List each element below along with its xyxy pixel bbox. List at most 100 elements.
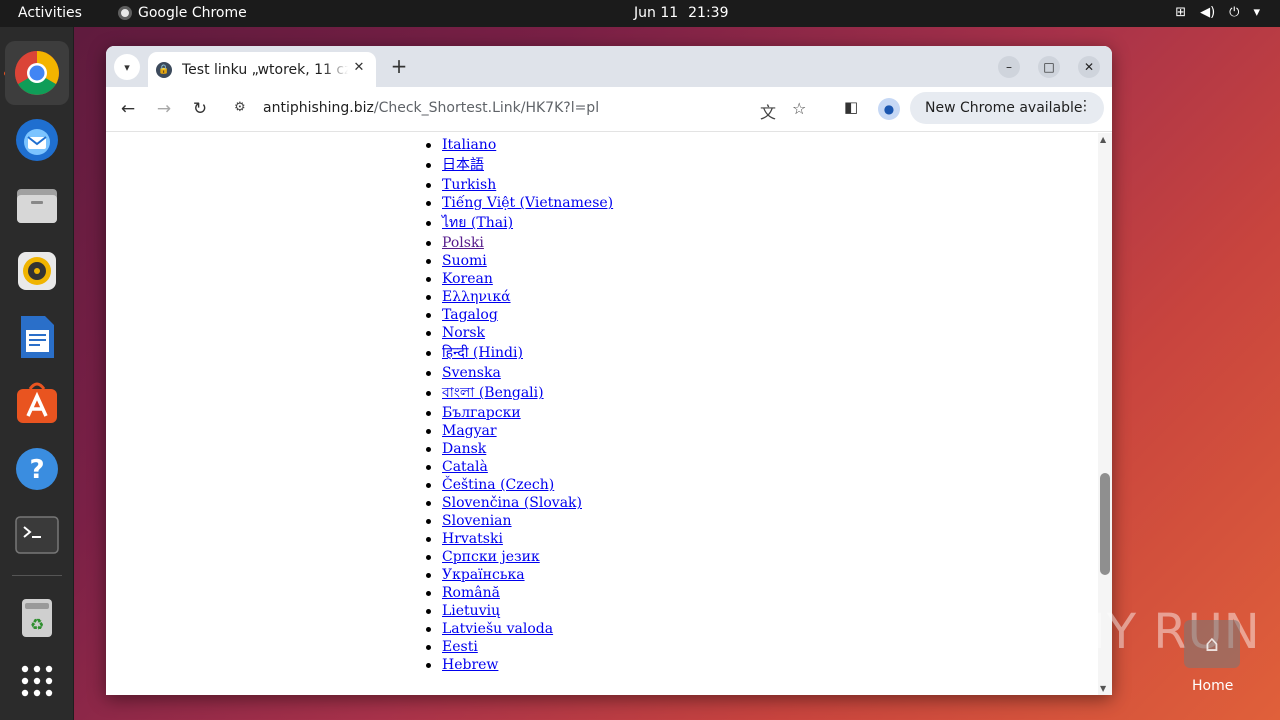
language-link[interactable]: Українська — [442, 567, 525, 583]
language-link[interactable]: Српски језик — [442, 549, 540, 565]
home-folder-icon[interactable]: ⌂ — [1184, 620, 1240, 668]
language-link[interactable]: Tagalog — [442, 307, 498, 323]
activities-button[interactable]: Activities — [18, 5, 82, 21]
translate-icon[interactable]: 文 — [760, 99, 776, 123]
list-item: हिन्दी (Hindi) — [426, 342, 613, 364]
language-link[interactable]: 日本語 — [442, 157, 484, 173]
language-link[interactable]: Slovenčina (Slovak) — [442, 495, 582, 511]
new-chrome-available-button[interactable]: New Chrome available ⋮ — [910, 92, 1104, 124]
show-apps-icon — [21, 665, 53, 697]
writer-icon — [21, 316, 54, 358]
list-item: Latviešu valoda — [426, 620, 613, 638]
language-link[interactable]: हिन्दी (Hindi) — [442, 345, 523, 361]
scroll-down-arrow-icon[interactable]: ▼ — [1100, 684, 1106, 693]
dock-writer[interactable] — [5, 305, 69, 369]
dock-help[interactable]: ? — [5, 437, 69, 501]
scroll-up-arrow-icon[interactable]: ▲ — [1100, 135, 1106, 144]
chrome-small-icon — [118, 6, 132, 20]
dock-app-center[interactable] — [5, 371, 69, 435]
language-link[interactable]: Čeština (Czech) — [442, 477, 554, 493]
network-icon: ⊞ — [1175, 5, 1187, 20]
page-content: Nederlands Italiano 日本語 Turkish Tiếng Việt (… — [106, 133, 1098, 695]
address-bar[interactable]: ⚙ antiphishing.biz/Check_Shortest.Link/H… — [226, 93, 826, 125]
list-item: Català — [426, 458, 613, 476]
language-link[interactable]: বাংলা (Bengali) — [442, 385, 544, 401]
language-link[interactable]: Turkish — [442, 177, 496, 193]
list-item: Čeština (Czech) — [426, 476, 613, 494]
language-link[interactable]: Suomi — [442, 253, 487, 269]
list-item: Magyar — [426, 422, 613, 440]
list-item: Polski — [426, 234, 613, 252]
dock-terminal[interactable] — [5, 503, 69, 567]
back-button[interactable]: ← — [117, 98, 139, 120]
close-window-button[interactable]: ✕ — [1078, 56, 1100, 78]
language-link[interactable]: Latviešu valoda — [442, 621, 553, 637]
tab-active[interactable]: 🔒 Test linku „wtorek, 11 czerwca ✕ — [148, 52, 376, 87]
site-settings-icon[interactable]: ⚙ — [234, 100, 246, 115]
dock-show-apps[interactable] — [5, 649, 69, 713]
language-link[interactable]: Italiano — [442, 137, 496, 153]
language-link[interactable]: Hrvatski — [442, 531, 503, 547]
language-link[interactable]: Dansk — [442, 441, 486, 457]
list-item: Korean — [426, 270, 613, 288]
url-text[interactable]: antiphishing.biz/Check_Shortest.Link/HK7… — [263, 100, 599, 116]
language-link[interactable]: Slovenian — [442, 513, 512, 529]
clock-date: Jun 11 — [634, 5, 679, 21]
svg-text:?: ? — [29, 455, 44, 485]
profile-avatar-icon[interactable]: ● — [878, 98, 900, 120]
language-link[interactable]: Ελληνικά — [442, 289, 511, 305]
list-item: Українська — [426, 566, 613, 584]
dock-separator — [12, 575, 62, 576]
language-link[interactable]: Català — [442, 459, 488, 475]
trash-icon: ♻ — [22, 599, 52, 637]
side-panel-icon[interactable]: ◧ — [844, 98, 858, 116]
dock-chrome[interactable] — [5, 41, 69, 105]
language-link[interactable]: Svenska — [442, 365, 501, 381]
list-item: Dansk — [426, 440, 613, 458]
language-link[interactable]: Lietuvių — [442, 603, 500, 619]
scroll-thumb[interactable] — [1100, 473, 1110, 575]
dock-trash[interactable]: ♻ — [5, 585, 69, 649]
dock-thunderbird[interactable] — [5, 107, 69, 171]
language-link[interactable]: Română — [442, 585, 500, 601]
language-link[interactable]: Български — [442, 405, 521, 421]
home-label: Home — [1192, 678, 1234, 694]
list-item: Български — [426, 404, 613, 422]
clock[interactable]: Jun 11 21:39 — [634, 5, 729, 21]
bookmark-star-icon[interactable]: ☆ — [792, 99, 806, 118]
list-item: বাংলা (Bengali) — [426, 382, 613, 404]
app-center-icon — [17, 382, 57, 423]
language-link[interactable]: Tiếng Việt (Vietnamese) — [442, 195, 613, 211]
volume-icon: ◀) — [1200, 5, 1216, 20]
list-item: Norsk — [426, 324, 613, 342]
files-icon — [17, 189, 57, 223]
language-link[interactable]: Magyar — [442, 423, 497, 439]
dock-files[interactable] — [5, 173, 69, 237]
language-link[interactable]: Norsk — [442, 325, 485, 341]
tab-strip: ▾ 🔒 Test linku „wtorek, 11 czerwca ✕ + –… — [106, 46, 1112, 87]
reload-button[interactable]: ↻ — [189, 98, 211, 120]
language-link[interactable]: Eesti — [442, 639, 478, 655]
app-menu[interactable]: Google Chrome — [118, 5, 247, 21]
chrome-icon — [15, 51, 59, 95]
minimize-button[interactable]: – — [998, 56, 1020, 78]
forward-button[interactable]: → — [153, 98, 175, 120]
list-item: Suomi — [426, 252, 613, 270]
lock-favicon-icon: 🔒 — [156, 61, 172, 78]
language-link[interactable]: Hebrew — [442, 657, 498, 673]
language-list: Nederlands Italiano 日本語 Turkish Tiếng Việt (… — [426, 133, 613, 674]
tab-search-button[interactable]: ▾ — [114, 54, 140, 80]
list-item: ไทย (Thai) — [426, 212, 613, 234]
more-menu-icon[interactable]: ⋮ — [1078, 98, 1092, 114]
language-link[interactable]: ไทย (Thai) — [442, 215, 513, 231]
tab-close-icon[interactable]: ✕ — [350, 60, 368, 75]
clock-time: 21:39 — [688, 5, 729, 21]
language-link[interactable]: Nederlands — [442, 133, 524, 135]
language-link[interactable]: Polski — [442, 235, 484, 251]
dock-rhythmbox[interactable] — [5, 239, 69, 303]
system-tray[interactable]: ⊞ ◀) ⏻ ▾ — [1175, 5, 1260, 20]
maximize-button[interactable]: □ — [1038, 56, 1060, 78]
language-link[interactable]: Korean — [442, 271, 493, 287]
new-tab-button[interactable]: + — [388, 55, 410, 77]
list-item: Hebrew — [426, 656, 613, 674]
